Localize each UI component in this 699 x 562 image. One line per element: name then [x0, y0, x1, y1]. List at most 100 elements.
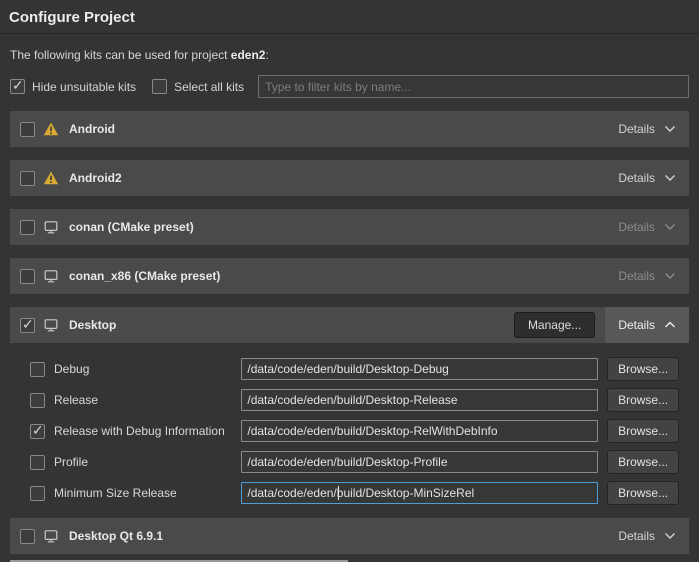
details-button-conan[interactable]: Details — [605, 209, 689, 245]
config-checkbox-minsizerel[interactable] — [30, 486, 45, 501]
select-all-group[interactable]: Select all kits — [152, 79, 244, 94]
page-title: Configure Project — [0, 0, 699, 33]
kit-right: Manage... Details — [514, 307, 689, 343]
kit-left: conan_x86 (CMake preset) — [20, 268, 220, 284]
chevron-down-icon — [664, 223, 676, 231]
config-row-profile: Profile Browse... — [20, 450, 679, 474]
kit-checkbox-desktop[interactable] — [20, 318, 35, 333]
kit-checkbox-conan-x86[interactable] — [20, 269, 35, 284]
kit-left: Android2 — [20, 170, 122, 186]
input-wrap — [241, 451, 598, 473]
kit-checkbox-conan[interactable] — [20, 220, 35, 235]
desktop-icon — [43, 528, 59, 544]
config-label: Profile — [54, 455, 88, 469]
kit-left: Android — [20, 121, 115, 137]
kit-left: conan (CMake preset) — [20, 219, 194, 235]
config-label: Release — [54, 393, 98, 407]
kit-name: conan_x86 (CMake preset) — [69, 269, 220, 283]
build-dir-input-relwithdebinfo[interactable] — [241, 420, 598, 442]
input-wrap — [241, 482, 598, 504]
build-dir-input-release[interactable] — [241, 389, 598, 411]
config-label-wrap: Debug — [30, 362, 241, 377]
kit-right: Details — [605, 209, 689, 245]
details-label: Details — [618, 122, 655, 136]
project-name: eden2 — [231, 48, 266, 62]
chevron-down-icon — [664, 532, 676, 540]
kit-row-desktop-qt-691: Desktop Qt 6.9.1 Details — [10, 518, 689, 554]
build-dir-input-profile[interactable] — [241, 451, 598, 473]
input-wrap — [241, 358, 598, 380]
warning-icon — [43, 121, 59, 137]
config-label: Minimum Size Release — [54, 486, 177, 500]
title-separator — [0, 33, 699, 34]
details-label: Details — [618, 529, 655, 543]
intro-text: The following kits can be used for proje… — [10, 48, 689, 62]
select-all-checkbox[interactable] — [152, 79, 167, 94]
desktop-icon — [43, 219, 59, 235]
hide-unsuitable-label: Hide unsuitable kits — [32, 80, 136, 94]
details-button-android2[interactable]: Details — [605, 160, 689, 196]
details-button-desktop-qt-691[interactable]: Details — [605, 518, 689, 554]
details-label: Details — [618, 318, 655, 332]
config-label: Debug — [54, 362, 89, 376]
kit-checkbox-desktop-qt-691[interactable] — [20, 529, 35, 544]
config-checkbox-debug[interactable] — [30, 362, 45, 377]
intro-prefix: The following kits can be used for proje… — [10, 48, 231, 62]
build-dir-input-minsizerel[interactable] — [241, 482, 598, 504]
config-label: Release with Debug Information — [54, 424, 225, 438]
desktop-kit-details-panel: Debug Browse... Release Browse... Releas… — [20, 356, 679, 505]
config-label-wrap: Release with Debug Information — [30, 424, 241, 439]
kit-right: Details — [605, 518, 689, 554]
warning-icon — [43, 170, 59, 186]
browse-button-profile[interactable]: Browse... — [607, 450, 679, 474]
details-label: Details — [618, 220, 655, 234]
chevron-down-icon — [664, 174, 676, 182]
kit-name: conan (CMake preset) — [69, 220, 194, 234]
details-button-android[interactable]: Details — [605, 111, 689, 147]
kit-name: Desktop — [69, 318, 116, 332]
kit-filter-input[interactable] — [258, 75, 689, 98]
controls-row: Hide unsuitable kits Select all kits — [10, 75, 689, 98]
chevron-up-icon — [664, 321, 676, 329]
kit-row-android: Android Details — [10, 111, 689, 147]
config-label-wrap: Release — [30, 393, 241, 408]
desktop-icon — [43, 317, 59, 333]
kit-checkbox-android2[interactable] — [20, 171, 35, 186]
browse-button-release[interactable]: Browse... — [607, 388, 679, 412]
manage-button[interactable]: Manage... — [514, 312, 595, 338]
kit-name: Android — [69, 122, 115, 136]
kit-row-android2: Android2 Details — [10, 160, 689, 196]
kit-left: Desktop — [20, 317, 116, 333]
config-row-debug: Debug Browse... — [20, 357, 679, 381]
kit-right: Details — [605, 258, 689, 294]
kit-checkbox-android[interactable] — [20, 122, 35, 137]
intro-suffix: : — [265, 48, 268, 62]
build-dir-input-debug[interactable] — [241, 358, 598, 380]
kit-list: Android Details Android2 Details — [10, 111, 689, 554]
details-label: Details — [618, 269, 655, 283]
config-checkbox-profile[interactable] — [30, 455, 45, 470]
kit-right: Details — [605, 160, 689, 196]
kit-name: Desktop Qt 6.9.1 — [69, 529, 163, 543]
input-wrap — [241, 389, 598, 411]
config-row-relwithdebinfo: Release with Debug Information Browse... — [20, 419, 679, 443]
input-wrap — [241, 420, 598, 442]
details-button-conan-x86[interactable]: Details — [605, 258, 689, 294]
config-label-wrap: Profile — [30, 455, 241, 470]
config-checkbox-relwithdebinfo[interactable] — [30, 424, 45, 439]
config-checkbox-release[interactable] — [30, 393, 45, 408]
browse-button-debug[interactable]: Browse... — [607, 357, 679, 381]
text-cursor — [338, 486, 339, 500]
kit-row-conan: conan (CMake preset) Details — [10, 209, 689, 245]
hide-unsuitable-checkbox[interactable] — [10, 79, 25, 94]
config-row-minsizerel: Minimum Size Release Browse... — [20, 481, 679, 505]
config-row-release: Release Browse... — [20, 388, 679, 412]
chevron-down-icon — [664, 272, 676, 280]
browse-button-minsizerel[interactable]: Browse... — [607, 481, 679, 505]
browse-button-relwithdebinfo[interactable]: Browse... — [607, 419, 679, 443]
config-label-wrap: Minimum Size Release — [30, 486, 241, 501]
details-label: Details — [618, 171, 655, 185]
hide-unsuitable-group[interactable]: Hide unsuitable kits — [10, 79, 136, 94]
kit-left: Desktop Qt 6.9.1 — [20, 528, 163, 544]
details-button-desktop[interactable]: Details — [605, 307, 689, 343]
